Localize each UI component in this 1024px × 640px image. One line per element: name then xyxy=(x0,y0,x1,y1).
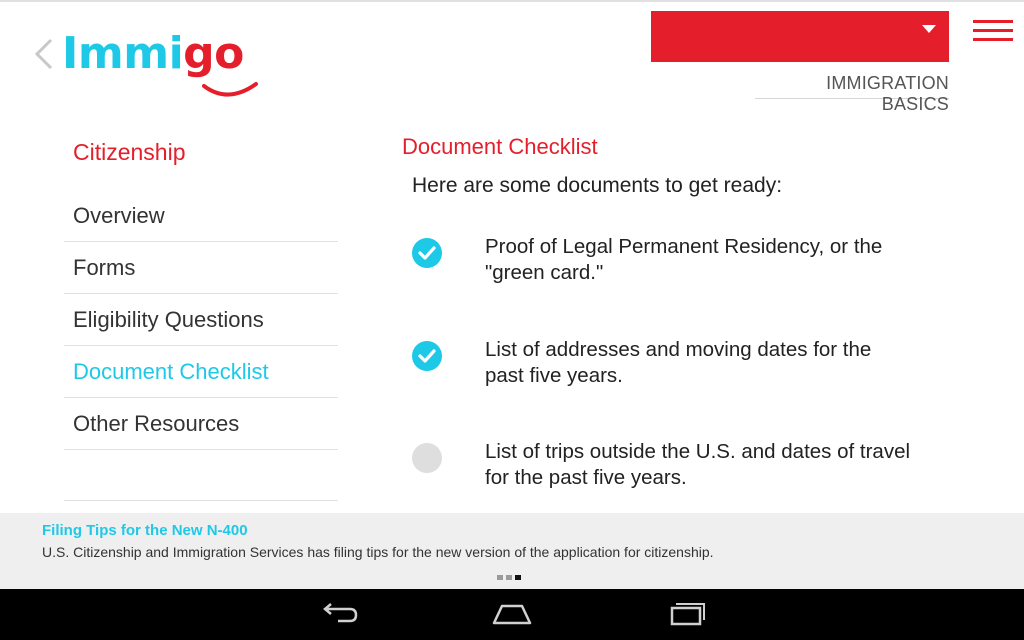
news-body: U.S. Citizenship and Immigration Service… xyxy=(42,544,714,560)
sidebar-item-label: Other Resources xyxy=(73,410,240,436)
sidebar-item-label: Eligibility Questions xyxy=(73,306,264,332)
news-pager xyxy=(497,575,521,580)
checkmark-icon[interactable] xyxy=(412,341,442,371)
system-nav-bar xyxy=(0,589,1024,640)
android-home-icon[interactable] xyxy=(490,599,534,629)
hamburger-menu-icon[interactable] xyxy=(973,20,1013,42)
unchecked-circle-icon[interactable] xyxy=(412,443,442,473)
sidebar-item-label: Forms xyxy=(73,254,136,280)
section-dropdown[interactable] xyxy=(651,11,949,62)
checkmark-icon[interactable] xyxy=(412,238,442,268)
sidebar-item-label: Overview xyxy=(73,202,165,228)
news-title-link[interactable]: Filing Tips for the New N-400 xyxy=(42,522,248,539)
checklist-item-text: Proof of Legal Permanent Residency, or t… xyxy=(485,235,883,284)
status-bar-divider xyxy=(0,0,1024,2)
checklist-item-text: List of addresses and moving dates for t… xyxy=(485,338,872,387)
intro-text: Here are some documents to get ready: xyxy=(412,174,783,197)
logo-wordmark: Immigo xyxy=(62,28,244,79)
checklist-item-text: List of trips outside the U.S. and dates… xyxy=(485,440,911,489)
sidebar-divider xyxy=(64,500,338,501)
app-logo: Immigo xyxy=(62,26,262,106)
sidebar-item-eligibility-questions[interactable]: Eligibility Questions xyxy=(64,294,338,346)
sidebar-nav: Overview Forms Eligibility Questions Doc… xyxy=(64,190,338,450)
sidebar-title: Citizenship xyxy=(73,139,186,165)
pager-dot[interactable] xyxy=(497,575,503,580)
android-recents-icon[interactable] xyxy=(664,599,708,629)
sidebar-item-label: Document Checklist xyxy=(73,358,269,384)
pager-dot-active[interactable] xyxy=(515,575,521,580)
android-back-icon[interactable] xyxy=(316,599,360,629)
caret-down-icon xyxy=(922,25,936,33)
section-label: IMMIGRATION BASICS xyxy=(755,73,949,114)
sidebar-item-overview[interactable]: Overview xyxy=(64,190,338,242)
page-title: Document Checklist xyxy=(402,134,598,159)
sidebar-item-document-checklist[interactable]: Document Checklist xyxy=(64,346,338,398)
news-banner: Filing Tips for the New N-400 U.S. Citiz… xyxy=(0,513,1024,589)
sidebar-item-forms[interactable]: Forms xyxy=(64,242,338,294)
chevron-left-icon[interactable] xyxy=(33,38,57,70)
logo-smile-icon xyxy=(202,82,258,97)
pager-dot[interactable] xyxy=(506,575,512,580)
sidebar-item-other-resources[interactable]: Other Resources xyxy=(64,398,338,450)
